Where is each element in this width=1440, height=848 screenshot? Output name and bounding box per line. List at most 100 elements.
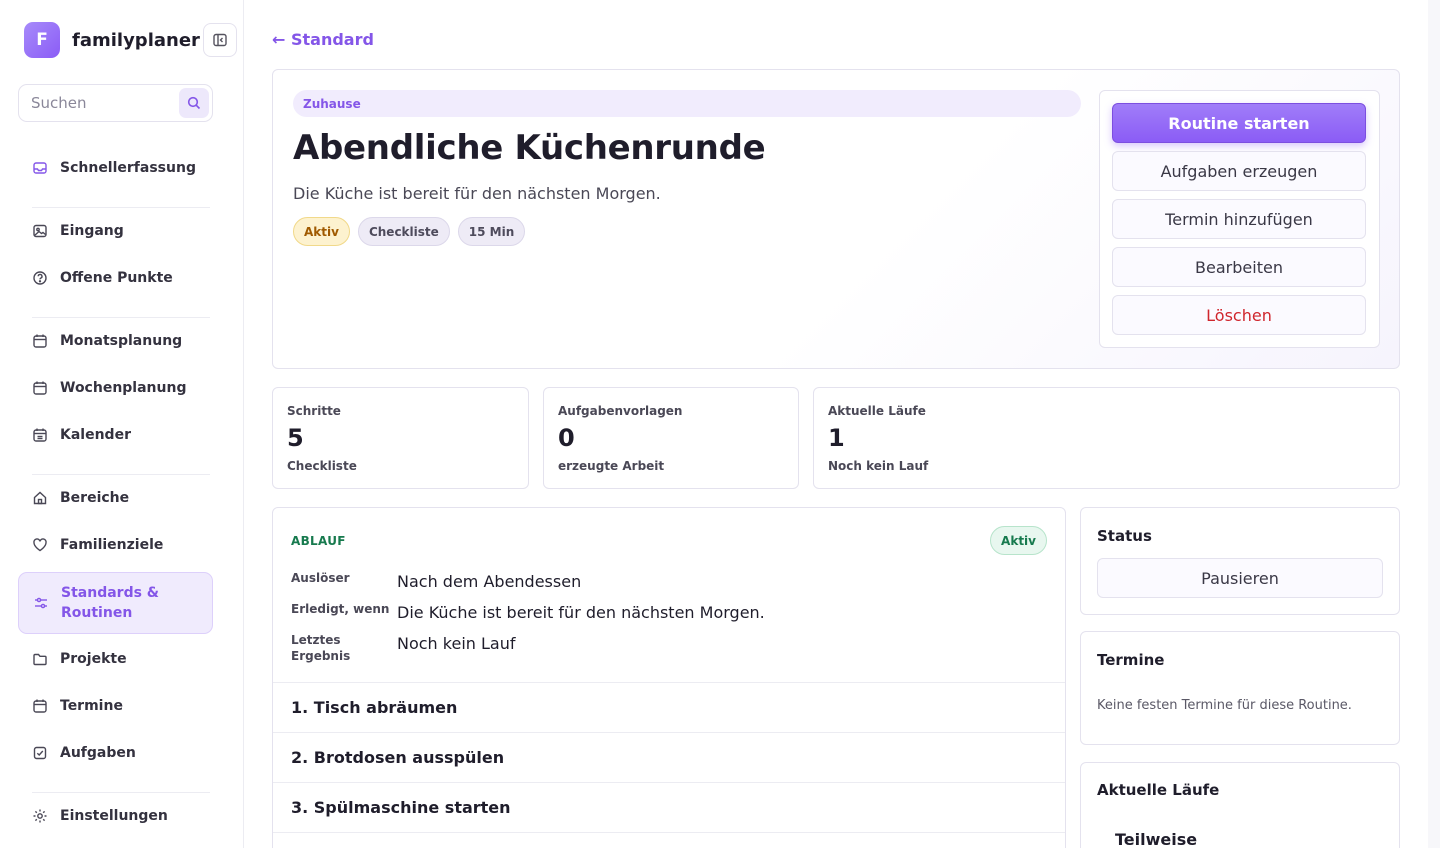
stat-sub: erzeugte Arbeit — [558, 459, 665, 473]
sidebar-item-label: Projekte — [60, 651, 127, 667]
app-name: familyplaner — [72, 29, 200, 51]
stat-value: 1 — [828, 424, 845, 452]
brand[interactable]: F familyplaner — [24, 22, 200, 58]
search-input[interactable] — [20, 86, 170, 120]
appointments-card: Termine Keine festen Termine für diese R… — [1080, 631, 1400, 745]
action-panel: Routine starten Aufgaben erzeugen Termin… — [1099, 90, 1380, 348]
stat-label: Aktuelle Läufe — [828, 404, 926, 418]
sidebar-item-label: Standards & Routinen — [61, 585, 159, 621]
done-when-label: Erledigt, wenn — [291, 602, 390, 616]
back-link[interactable]: ← Standard — [272, 30, 374, 49]
sidebar-item-bereiche[interactable]: Bereiche — [18, 478, 213, 518]
sidebar-item-aufgaben[interactable]: Aufgaben — [18, 733, 213, 773]
trigger-label: Auslöser — [291, 571, 350, 585]
runs-card: Aktuelle Läufe Teilweise — [1080, 762, 1400, 848]
stat-card-task-templates: Aufgabenvorlagen 0 erzeugte Arbeit — [543, 387, 799, 489]
sidebar-item-label: Familienziele — [60, 537, 164, 553]
sidebar-item-label: Eingang — [60, 223, 124, 239]
sidebar-item-label: Schnellerfassung — [60, 160, 196, 176]
sidebar-item-schnellerfassung[interactable]: Schnellerfassung — [18, 148, 213, 188]
sidebar-item-kalender[interactable]: Kalender — [18, 415, 213, 455]
sidebar-divider — [32, 317, 210, 318]
sidebar-item-label: Aufgaben — [60, 745, 136, 761]
trigger-value: Nach dem Abendessen — [397, 572, 582, 591]
calendar-icon — [32, 333, 48, 349]
calendar-icon — [32, 380, 48, 396]
stat-sub: Noch kein Lauf — [828, 459, 929, 473]
sidebar-collapse-icon — [213, 33, 227, 47]
status-card: Status Pausieren — [1080, 507, 1400, 615]
sidebar: F familyplaner Schnellerfassung Eingang … — [0, 0, 244, 848]
appointments-empty-note: Keine festen Termine für diese Routine. — [1097, 698, 1352, 713]
sidebar-item-einstellungen[interactable]: Einstellungen — [18, 796, 213, 836]
sidebar-item-termine[interactable]: Termine — [18, 686, 213, 726]
calendar-grid-icon — [32, 427, 48, 443]
done-when-value: Die Küche ist bereit für den nächsten Mo… — [397, 603, 765, 622]
search-icon — [187, 96, 201, 110]
last-result-label-line2: Ergebnis — [291, 649, 351, 663]
status-card-title: Status — [1097, 527, 1152, 545]
duration-chip: 15 Min — [457, 217, 526, 246]
search-button[interactable] — [179, 88, 209, 118]
sidebar-item-label: Termine — [60, 698, 123, 714]
home-icon — [32, 490, 48, 506]
routine-header-card: Zuhause Abendliche Küchenrunde Die Küche… — [272, 69, 1400, 369]
sidebar-divider — [32, 792, 210, 793]
sidebar-divider — [32, 474, 210, 475]
run-item[interactable]: Teilweise — [1115, 830, 1197, 848]
sidebar-item-standards-routinen[interactable]: Standards & Routinen — [18, 572, 213, 634]
stat-value: 5 — [287, 424, 304, 452]
sidebar-item-wochenplanung[interactable]: Wochenplanung — [18, 368, 213, 408]
stat-label: Schritte — [287, 404, 341, 418]
sidebar-item-familienziele[interactable]: Familienziele — [18, 525, 213, 565]
sidebar-divider — [32, 207, 210, 208]
start-routine-button[interactable]: Routine starten — [1112, 103, 1366, 143]
stat-card-current-runs: Aktuelle Läufe 1 Noch kein Lauf — [813, 387, 1400, 489]
heart-icon — [32, 537, 48, 553]
status-chip: Aktiv — [293, 217, 350, 246]
step-row[interactable]: 2. Brotdosen ausspülen — [273, 732, 1065, 782]
status-badge: Aktiv — [990, 526, 1047, 555]
step-row[interactable]: 3. Spülmaschine starten — [273, 782, 1065, 832]
add-appointment-button[interactable]: Termin hinzufügen — [1112, 199, 1366, 239]
sidebar-item-eingang[interactable]: Eingang — [18, 211, 213, 251]
scrollbar[interactable] — [1428, 0, 1440, 848]
sidebar-item-label: Bereiche — [60, 490, 130, 506]
generate-tasks-button[interactable]: Aufgaben erzeugen — [1112, 151, 1366, 191]
step-row[interactable]: 1. Tisch abräumen — [273, 682, 1065, 732]
page-title: Abendliche Küchenrunde — [293, 128, 766, 168]
brand-logo: F — [24, 22, 60, 58]
collapse-sidebar-button[interactable] — [203, 23, 237, 57]
inbox-icon — [32, 160, 48, 176]
sidebar-item-label: Wochenplanung — [60, 380, 187, 396]
delete-button[interactable]: Löschen — [1112, 295, 1366, 335]
last-result-label-line1: Letztes — [291, 633, 341, 647]
gear-icon — [32, 808, 48, 824]
sidebar-item-label: Offene Punkte — [60, 270, 173, 286]
flow-heading: ABLAUF — [291, 534, 346, 548]
stat-sub: Checkliste — [287, 459, 357, 473]
routine-description: Die Küche ist bereit für den nächsten Mo… — [293, 184, 661, 203]
appointments-card-title: Termine — [1097, 651, 1165, 669]
folder-icon — [32, 651, 48, 667]
routine-chips: Aktiv Checkliste 15 Min — [293, 217, 526, 246]
stat-card-steps: Schritte 5 Checkliste — [272, 387, 529, 489]
edit-button[interactable]: Bearbeiten — [1112, 247, 1366, 287]
type-chip: Checkliste — [357, 217, 450, 246]
sidebar-item-projekte[interactable]: Projekte — [18, 639, 213, 679]
sidebar-item-label: Kalender — [60, 427, 131, 443]
sliders-icon — [33, 595, 49, 611]
calendar-icon — [32, 698, 48, 714]
pause-button[interactable]: Pausieren — [1097, 558, 1383, 598]
stat-label: Aufgabenvorlagen — [558, 404, 683, 418]
stat-value: 0 — [558, 424, 575, 452]
sidebar-item-offene-punkte[interactable]: Offene Punkte — [18, 258, 213, 298]
flow-card: ABLAUF Aktiv Auslöser Nach dem Abendesse… — [272, 507, 1066, 848]
check-square-icon — [32, 745, 48, 761]
sidebar-item-monatsplanung[interactable]: Monatsplanung — [18, 321, 213, 361]
last-result-label: Letztes Ergebnis — [291, 632, 350, 664]
step-row-divider — [273, 832, 1065, 848]
area-badge[interactable]: Zuhause — [293, 90, 1081, 117]
runs-card-title: Aktuelle Läufe — [1097, 781, 1220, 799]
help-circle-icon — [32, 270, 48, 286]
